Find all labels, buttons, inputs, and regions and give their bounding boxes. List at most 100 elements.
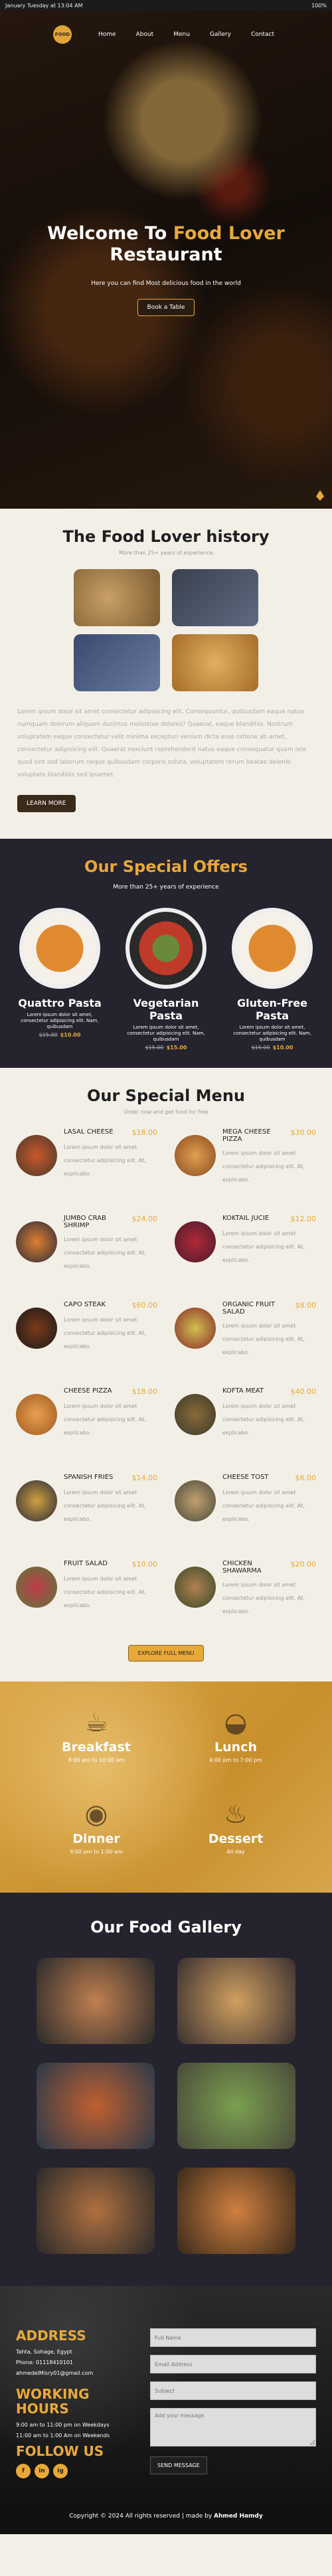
nav-item-gallery[interactable]: Gallery [210, 31, 231, 38]
offer-new-price: $10.00 [272, 1045, 293, 1051]
learn-more-button[interactable]: LEARN MORE [17, 795, 76, 812]
menu-grid: LASAL CHEESE $18.00 Lorem ipsum dolor sit … [16, 1128, 316, 1632]
menu-item-name: LASAL CHEESE [64, 1128, 114, 1136]
meal-name: Dessert [208, 1832, 264, 1846]
copyright-text: Copyright © 2024 All rights reserved | m… [69, 2513, 214, 2520]
koktail-jucie-image [175, 1221, 216, 1262]
gluten-free-pasta-image [232, 908, 313, 989]
email-field[interactable] [150, 2355, 316, 2373]
menu-item-desc: Lorem ipsum dolor sit amet consectetur a… [64, 1144, 146, 1177]
nav-item-home[interactable]: Home [98, 31, 116, 38]
meal-name: Dinner [72, 1832, 120, 1846]
meal-lunch: ◒ Lunch 4:00 pm to 7:00 pm [179, 1708, 292, 1781]
gallery-image[interactable] [37, 2063, 155, 2149]
menu-item[interactable]: KOFTA MEAT $40.00 Lorem ipsum dolor sit am… [175, 1387, 316, 1459]
offer-card[interactable]: Vegetarian Pasta Lorem ipsum dolor sit a… [120, 908, 212, 1051]
meal-name: Lunch [214, 1740, 257, 1755]
menu-item[interactable]: CHICKEN SHAWARMA $20.00 Lorem ipsum dolor … [175, 1560, 316, 1632]
hero-title-brand: Food Lover [173, 223, 285, 244]
gallery-section: Our Food Gallery [0, 1893, 332, 2286]
menu-item[interactable]: ORGANIC FRUIT SALAD $8.00 Lorem ipsum dolo… [175, 1301, 316, 1373]
hours-line: 11:00 am to 1:00 Am on Weekends [16, 2433, 110, 2439]
contact-section: ADDRESS Tahta, Sohage, Egypt Phone: 01118… [0, 2286, 332, 2502]
menu-item-desc: Lorem ipsum dolor sit amet consectetur a… [222, 1323, 305, 1355]
menu-item-name: MEGA CHEESE PIZZA [222, 1128, 271, 1143]
subject-field[interactable] [150, 2381, 316, 2400]
menu-item[interactable]: SPANISH FRIES $14.00 Lorem ipsum dolor sit… [16, 1474, 157, 1545]
hero-subtitle: Here you can find Most delicious food in… [91, 280, 241, 287]
full-name-field[interactable] [150, 2328, 316, 2347]
hero-title-suffix: Restaurant [110, 244, 222, 265]
gallery-image[interactable] [37, 1958, 155, 2044]
menu-item[interactable]: LASAL CHEESE $18.00 Lorem ipsum dolor sit … [16, 1128, 157, 1200]
linkedin-icon[interactable]: in [35, 2464, 49, 2478]
book-table-button[interactable]: Book a Table [137, 299, 195, 316]
hero-title-prefix: Welcome To [47, 223, 173, 244]
menu-item[interactable]: MEGA CHEESE PIZZA $30.00 Lorem ipsum dolor… [175, 1128, 316, 1200]
menu-item-price: $18.00 [131, 1387, 158, 1396]
offer-price: $15.00 $10.00 [13, 1032, 106, 1038]
menu-item[interactable]: KOKTAIL JUCIE $12.00 Lorem ipsum dolor sit… [175, 1215, 316, 1286]
gallery-image[interactable] [177, 2063, 295, 2149]
instagram-icon[interactable]: ig [53, 2464, 68, 2478]
menu-item[interactable]: CHEESE TOST $6.00 Lorem ipsum dolor sit am… [175, 1474, 316, 1545]
menu-subtitle: Order now and get food for free [124, 1109, 208, 1115]
offer-price: $15.00 $10.00 [226, 1045, 319, 1051]
menu-item-price: $20.00 [290, 1560, 317, 1569]
menu-item-name: CAPO STEAK [64, 1301, 106, 1308]
menu-item-name: FRUIT SALAD [64, 1560, 108, 1567]
nav-item-about[interactable]: About [136, 31, 154, 38]
history-section: The Food Lover history More than 25+ yea… [0, 509, 332, 839]
logo[interactable]: FOOD [53, 25, 72, 44]
bread-image [74, 569, 160, 626]
menu-item[interactable]: FRUIT SALAD $10.00 Lorem ipsum dolor sit a… [16, 1560, 157, 1632]
author-name[interactable]: Ahmed Hamdy [214, 2513, 263, 2520]
gallery-image[interactable] [37, 2168, 155, 2254]
message-field[interactable] [150, 2408, 316, 2447]
hero-title: Welcome To Food Lover Restaurant [0, 223, 332, 266]
menu-item[interactable]: CAPO STEAK $60.00 Lorem ipsum dolor sit am… [16, 1301, 157, 1373]
hours-section: ☕ Breakfast 8:00 am to 10:00 am ◒ Lunch 4:00… [0, 1681, 332, 1893]
mega-cheese-pizza-image [175, 1135, 216, 1176]
offer-old-price: $15.00 [39, 1032, 58, 1038]
menu-title: Our Special Menu [87, 1086, 245, 1105]
menu-item-desc: Lorem ipsum dolor sit amet consectetur a… [64, 1576, 146, 1608]
menu-item-name: SPANISH FRIES [64, 1474, 114, 1481]
offer-card[interactable]: Gluten-Free Pasta Lorem ipsum dolor sit … [226, 908, 319, 1051]
offer-name: Gluten-Free Pasta [236, 997, 308, 1022]
email-line[interactable]: ahmedelMisry01@gmail.com [16, 2370, 93, 2376]
offer-card[interactable]: Quattro Pasta Lorem ipsum dolor sit amet… [13, 908, 106, 1051]
nav-item-contact[interactable]: Contact [251, 31, 274, 38]
gallery-image[interactable] [177, 1958, 295, 2044]
meal-time: All day [226, 1849, 245, 1855]
nav-item-menu[interactable]: Menu [173, 31, 190, 38]
offer-desc: Lorem ipsum dolor sit amet, consectetur … [233, 1025, 311, 1042]
menu-item-desc: Lorem ipsum dolor sit amet consectetur a… [222, 1150, 305, 1183]
facebook-icon[interactable]: f [16, 2464, 31, 2478]
menu-item-name: CHEESE PIZZA [64, 1387, 112, 1395]
menu-item-price: $24.00 [131, 1215, 158, 1223]
offer-desc: Lorem ipsum dolor sit amet, consectetur … [21, 1012, 99, 1029]
menu-item-name: CHICKEN SHAWARMA [222, 1560, 262, 1575]
offers-title: Our Special Offers [84, 857, 248, 876]
organic-fruit-salad-image [175, 1308, 216, 1349]
menu-item-desc: Lorem ipsum dolor sit amet consectetur a… [222, 1582, 305, 1614]
menu-item[interactable]: JUMBO CRAB SHRIMP $24.00 Lorem ipsum dolor… [16, 1215, 157, 1286]
menu-item-price: $10.00 [131, 1560, 158, 1569]
meal-dessert: ♨ Dessert All day [179, 1800, 292, 1873]
offers-list: Quattro Pasta Lorem ipsum dolor sit amet… [13, 908, 319, 1051]
menu-item-price: $40.00 [290, 1387, 317, 1396]
gallery-image[interactable] [177, 2168, 295, 2254]
address-title: ADDRESS [16, 2328, 86, 2344]
offer-old-price: $15.00 [251, 1045, 270, 1051]
flame-icon[interactable] [316, 490, 324, 501]
menu-item-desc: Lorem ipsum dolor sit amet consectetur a… [222, 1490, 305, 1522]
menu-item[interactable]: CHEESE PIZZA $18.00 Lorem ipsum dolor sit … [16, 1387, 157, 1459]
gallery-title: Our Food Gallery [90, 1918, 242, 1936]
spanish-fries-image [16, 1480, 57, 1521]
navbar: FOOD Home About Menu Gallery Contact [0, 11, 332, 44]
explore-menu-button[interactable]: EXPLORE FULL MENU [127, 1645, 205, 1662]
send-message-button[interactable]: SEND MESSAGE [150, 2456, 207, 2474]
footer: Copyright © 2024 All rights reserved | m… [0, 2502, 332, 2534]
working-hours-text: 9:00 am to 11:00 pm on Weekdays 11:00 am … [16, 2420, 135, 2441]
